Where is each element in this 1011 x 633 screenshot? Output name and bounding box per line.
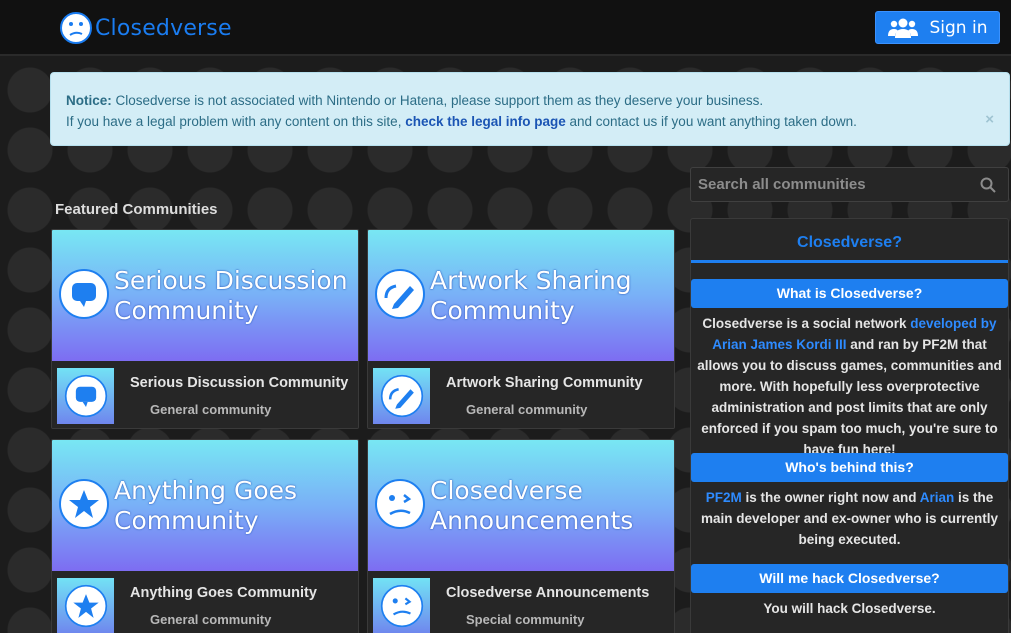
community-banner[interactable]: Serious Discussion Community [52,230,358,361]
banner-title-line-2: Announcements [430,506,634,535]
community-thumbnail[interactable] [373,368,430,424]
community-type: General community [150,402,272,417]
pf2m-link[interactable]: PF2M [706,490,742,505]
community-banner[interactable]: Closedverse Announcements [368,440,674,571]
community-info: Closedverse Announcements Special commun… [368,571,674,633]
banner-title-line-1: Serious Discussion [114,266,348,295]
community-card-anything-goes[interactable]: Anything Goes Community Anything Goes Co… [51,439,359,633]
section-text: and ran by PF2M that allows you to discu… [697,337,1002,457]
community-info: Serious Discussion Community General com… [52,361,358,428]
community-type: General community [466,402,588,417]
community-banner[interactable]: Artwork Sharing Community [368,230,674,361]
community-thumbnail[interactable] [373,578,430,633]
notice-line-2: If you have a legal problem with any con… [66,111,994,132]
community-name[interactable]: Anything Goes Community [130,585,317,601]
pencil-icon [375,269,425,319]
notice-prefix: Notice: [66,93,112,108]
notice-line-2-end: and contact us if you want anything take… [565,114,857,129]
featured-communities-title: Featured Communities [55,201,218,218]
community-thumbnail[interactable] [57,368,114,424]
star-icon [59,479,109,529]
confused-face-icon [375,479,425,529]
banner-title: Artwork Sharing Community [430,266,632,326]
section-text: Closedverse is a social network [702,316,911,331]
chat-bubble-icon [59,269,109,319]
pencil-icon [380,374,424,418]
banner-title-line-1: Artwork Sharing [430,266,632,295]
arian-link[interactable]: Arian [920,490,955,505]
section-body-what: Closedverse is a social network develope… [691,313,1008,460]
notice-banner: Notice: Closedverse is not associated wi… [50,72,1010,146]
users-icon [887,18,918,38]
community-thumbnail[interactable] [57,578,114,633]
legal-info-link[interactable]: check the legal info page [405,114,566,129]
sign-in-button[interactable]: Sign in [875,11,1000,44]
community-banner[interactable]: Anything Goes Community [52,440,358,571]
about-sidebar: Closedverse? What is Closedverse? Closed… [690,218,1009,633]
search-icon[interactable] [980,177,996,193]
notice-line-2-start: If you have a legal problem with any con… [66,114,406,129]
community-search [690,167,1009,202]
star-icon [64,584,108,628]
banner-title-line-1: Closedverse [430,476,583,505]
banner-title-line-1: Anything Goes [114,476,298,505]
logo-text: Closedverse [95,15,232,41]
section-text: is the owner right now and [741,490,920,505]
notice-line-1: Notice: Closedverse is not associated wi… [66,90,994,111]
community-card-closedverse-announcements[interactable]: Closedverse Announcements Closedverse An… [367,439,675,633]
community-card-serious-discussion[interactable]: Serious Discussion Community Serious Dis… [51,229,359,429]
logo[interactable]: Closedverse [60,12,232,44]
chat-bubble-icon [64,374,108,418]
community-name[interactable]: Closedverse Announcements [446,585,649,601]
community-name[interactable]: Serious Discussion Community [130,375,348,391]
section-body-hack: You will hack Closedverse. [763,601,936,616]
section-heading-what: What is Closedverse? [691,279,1008,308]
community-card-artwork-sharing[interactable]: Artwork Sharing Community Artwork Sharin… [367,229,675,429]
banner-title-line-2: Community [430,296,575,325]
banner-title: Anything Goes Community [114,476,297,536]
notice-line-1-text: Closedverse is not associated with Ninte… [111,93,764,108]
top-header: Closedverse Sign in [0,0,1011,56]
section-heading-who: Who's behind this? [691,453,1008,482]
section-body-who: PF2M is the owner right now and Arian is… [691,487,1008,550]
community-type: Special community [466,612,585,627]
sign-in-label: Sign in [929,17,988,38]
community-type: General community [150,612,272,627]
search-input[interactable] [691,168,971,201]
banner-title-line-2: Community [114,506,259,535]
section-heading-hack: Will me hack Closedverse? [691,564,1008,593]
community-info: Artwork Sharing Community General commun… [368,361,674,428]
community-name[interactable]: Artwork Sharing Community [446,375,643,391]
confused-face-icon [380,584,424,628]
community-info: Anything Goes Community General communit… [52,571,358,633]
banner-title-line-2: Community [114,296,259,325]
banner-title: Serious Discussion Community [114,266,348,326]
banner-title: Closedverse Announcements [430,476,633,536]
close-notice-button[interactable]: × [985,109,994,130]
sidebar-title: Closedverse? [691,219,1008,263]
confused-face-icon [60,12,92,44]
